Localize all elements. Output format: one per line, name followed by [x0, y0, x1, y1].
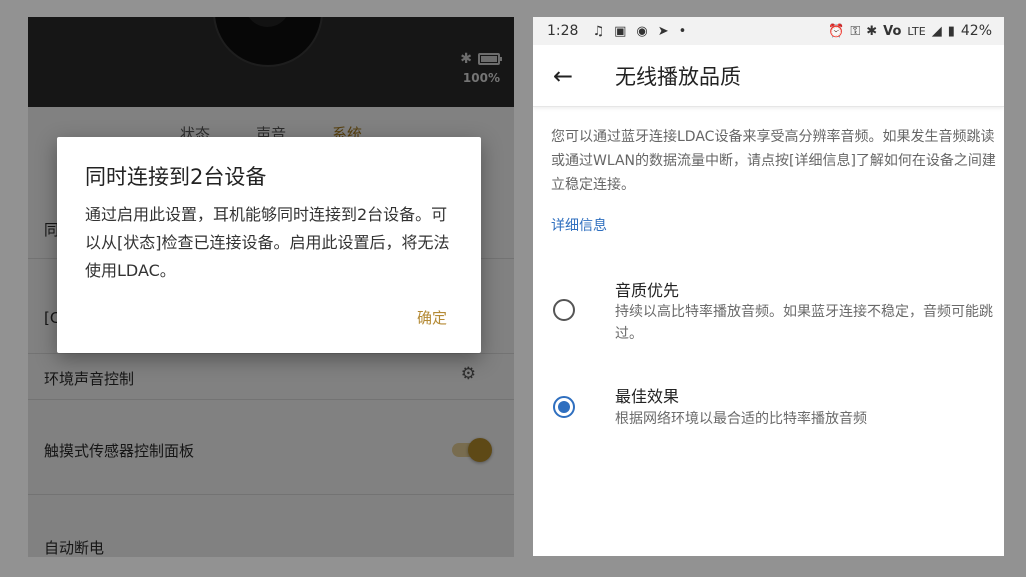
radio-button-unselected[interactable] — [553, 299, 575, 321]
image-icon: ▣ — [614, 23, 627, 39]
send-icon: ➤ — [657, 23, 669, 39]
signal-icon: ◢ — [931, 23, 942, 39]
bluetooth-icon: ✱ — [866, 23, 878, 39]
dot-icon: • — [678, 23, 687, 39]
option-title: 音质优先 — [615, 281, 680, 300]
key-icon: ⚿ — [850, 23, 861, 39]
system-icons: ⏰ ⚿ ✱ Vo LTE ◢ ▮ 42% — [828, 23, 992, 39]
radio-button-selected[interactable] — [553, 396, 575, 418]
option-subtitle: 持续以高比特率播放音频。如果蓝牙连接不稳定，音频可能跳过。 — [615, 304, 993, 342]
dialog-title: 同时连接到2台设备 — [85, 165, 267, 189]
option-title: 最佳效果 — [615, 387, 680, 406]
music-note-icon: ♫ — [592, 23, 605, 39]
status-time: 1:28 — [547, 23, 579, 39]
app-bar: ← 无线播放品质 — [533, 45, 1004, 107]
details-link[interactable]: 详细信息 — [551, 215, 607, 235]
option-quality-priority[interactable]: 音质优先 持续以高比特率播放音频。如果蓝牙连接不稳定，音频可能跳过。 — [533, 275, 1004, 355]
dialog-body: 通过启用此设置，耳机能够同时连接到2台设备。可以从[状态]检查已连接设备。启用此… — [85, 205, 450, 280]
battery-percent: 42% — [960, 23, 992, 39]
network-type: LTE — [907, 24, 926, 38]
battery-icon: ▮ — [947, 23, 955, 39]
option-subtitle: 根据网络环境以最合适的比特率播放音频 — [615, 411, 867, 427]
status-bar: 1:28 ♫ ▣ ◉ ➤ • ⏰ ⚿ ✱ Vo LTE ◢ ▮ 42% — [533, 17, 1004, 45]
page-title: 无线播放品质 — [615, 64, 741, 89]
dual-connect-dialog: 同时连接到2台设备 通过启用此设置，耳机能够同时连接到2台设备。可以从[状态]检… — [57, 137, 481, 353]
wireless-playback-quality-screen: 1:28 ♫ ▣ ◉ ➤ • ⏰ ⚿ ✱ Vo LTE ◢ ▮ 42% ← 无线… — [533, 17, 1004, 556]
back-arrow-icon[interactable]: ← — [533, 62, 593, 90]
messenger-icon: ◉ — [636, 23, 648, 39]
option-best-effort[interactable]: 最佳效果 根据网络环境以最合适的比特率播放音频 — [533, 383, 1004, 443]
description-text: 您可以通过蓝牙连接LDAC设备来享受高分辨率音频。如果发生音频跳读或通过WLAN… — [551, 129, 996, 193]
alarm-icon: ⏰ — [828, 23, 845, 39]
volte-icon: Vo — [883, 23, 902, 39]
ok-button[interactable]: 确定 — [417, 307, 447, 328]
notification-icons: ♫ ▣ ◉ ➤ • — [592, 24, 686, 39]
